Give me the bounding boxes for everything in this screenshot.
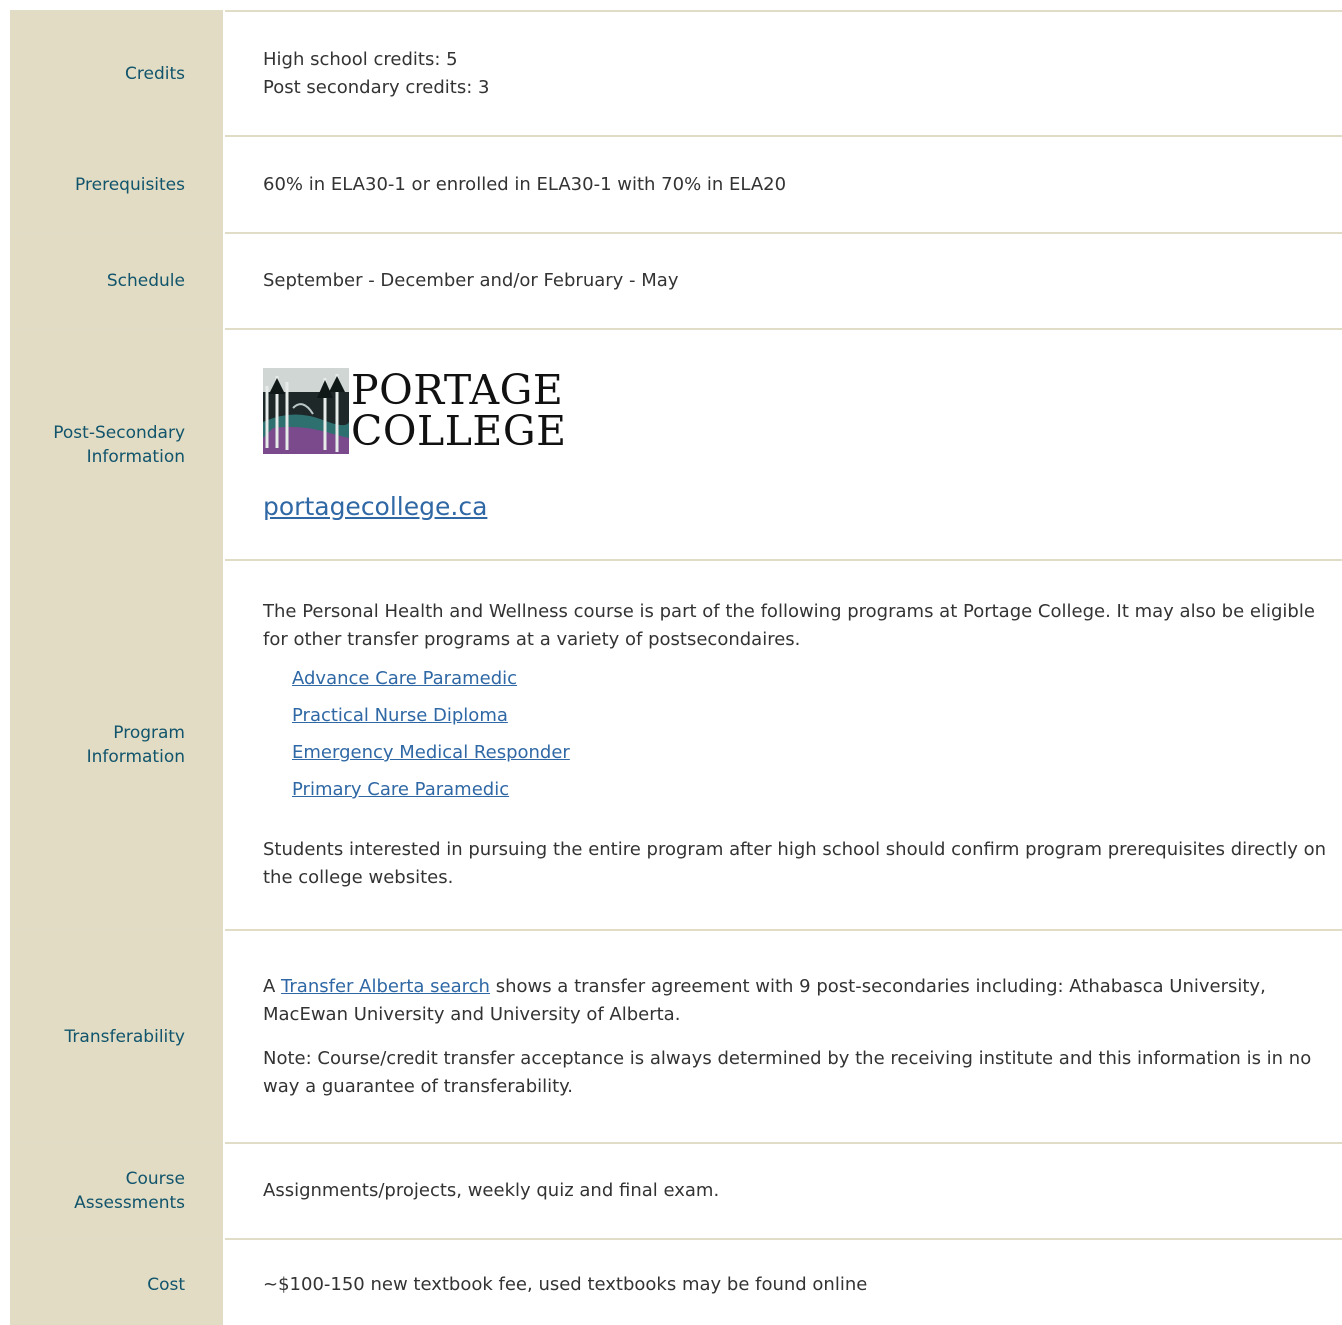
transferability-label: Transferability: [10, 929, 225, 1143]
transfer-note: Note: Course/credit transfer acceptance …: [263, 1047, 1312, 1097]
credits-label: Credits: [10, 10, 225, 136]
portage-logo-mark: [263, 367, 349, 454]
list-item: Advance Care Paramedic: [292, 660, 1332, 697]
cost-value: ~$100-150 new textbook fee, used textboo…: [224, 1238, 1342, 1325]
post-secondary-value: PORTAGE COLLEGE portagecollege.ca: [224, 328, 1342, 560]
schedule-label: Schedule: [10, 232, 225, 329]
row-prerequisites: Prerequisites 60% in ELA30-1 or enrolled…: [10, 135, 1342, 233]
portage-college-logo: PORTAGE COLLEGE: [263, 366, 1332, 456]
course-assessments-label: Course Assessments: [10, 1142, 225, 1239]
post-secondary-label: Post-Secondary Information: [10, 328, 225, 560]
logo-line-college: COLLEGE: [351, 406, 567, 455]
logo-line-portage: PORTAGE: [351, 365, 564, 414]
program-link-practical-nurse-diploma[interactable]: Practical Nurse Diploma: [292, 705, 508, 726]
transfer-alberta-search-link[interactable]: Transfer Alberta search: [281, 976, 490, 997]
program-information-label: Program Information: [10, 559, 225, 930]
prerequisites-label: Prerequisites: [10, 135, 225, 233]
course-assessments-value: Assignments/projects, weekly quiz and fi…: [224, 1142, 1342, 1239]
program-list: Advance Care Paramedic Practical Nurse D…: [292, 660, 1332, 808]
row-course-assessments: Course Assessments Assignments/projects,…: [10, 1142, 1342, 1239]
row-program-information: Program Information The Personal Health …: [10, 559, 1342, 930]
row-credits: Credits High school credits: 5 Post seco…: [10, 10, 1342, 136]
post-secondary-credits: Post secondary credits: 3: [263, 76, 490, 98]
course-info-table: Credits High school credits: 5 Post seco…: [10, 10, 1342, 1325]
course-info-page: Credits High school credits: 5 Post seco…: [0, 0, 1342, 1325]
schedule-value: September - December and/or February - M…: [224, 232, 1342, 329]
portage-logo-text: PORTAGE COLLEGE: [351, 365, 567, 455]
prerequisites-value: 60% in ELA30-1 or enrolled in ELA30-1 wi…: [224, 135, 1342, 233]
row-schedule: Schedule September - December and/or Feb…: [10, 232, 1342, 329]
credits-value: High school credits: 5 Post secondary cr…: [224, 10, 1342, 136]
list-item: Practical Nurse Diploma: [292, 697, 1332, 734]
transferability-value: A Transfer Alberta search shows a transf…: [224, 929, 1342, 1143]
list-item: Primary Care Paramedic: [292, 771, 1332, 808]
program-outro: Students interested in pursuing the enti…: [263, 839, 1326, 888]
portage-college-website-link[interactable]: portagecollege.ca: [263, 492, 487, 521]
cost-label: Cost: [10, 1238, 225, 1325]
transfer-summary: A Transfer Alberta search shows a transf…: [263, 975, 1266, 1025]
row-cost: Cost ~$100-150 new textbook fee, used te…: [10, 1238, 1342, 1325]
row-post-secondary: Post-Secondary Information PORTAGE COLLE…: [10, 328, 1342, 560]
program-intro: The Personal Health and Wellness course …: [263, 601, 1315, 650]
trees-icon: [263, 367, 349, 454]
program-link-primary-care-paramedic[interactable]: Primary Care Paramedic: [292, 779, 509, 800]
program-link-advance-care-paramedic[interactable]: Advance Care Paramedic: [292, 668, 517, 689]
row-transferability: Transferability A Transfer Alberta searc…: [10, 929, 1342, 1143]
high-school-credits: High school credits: 5: [263, 48, 458, 70]
program-link-emergency-medical-responder[interactable]: Emergency Medical Responder: [292, 742, 570, 763]
list-item: Emergency Medical Responder: [292, 734, 1332, 771]
program-information-value: The Personal Health and Wellness course …: [224, 559, 1342, 930]
